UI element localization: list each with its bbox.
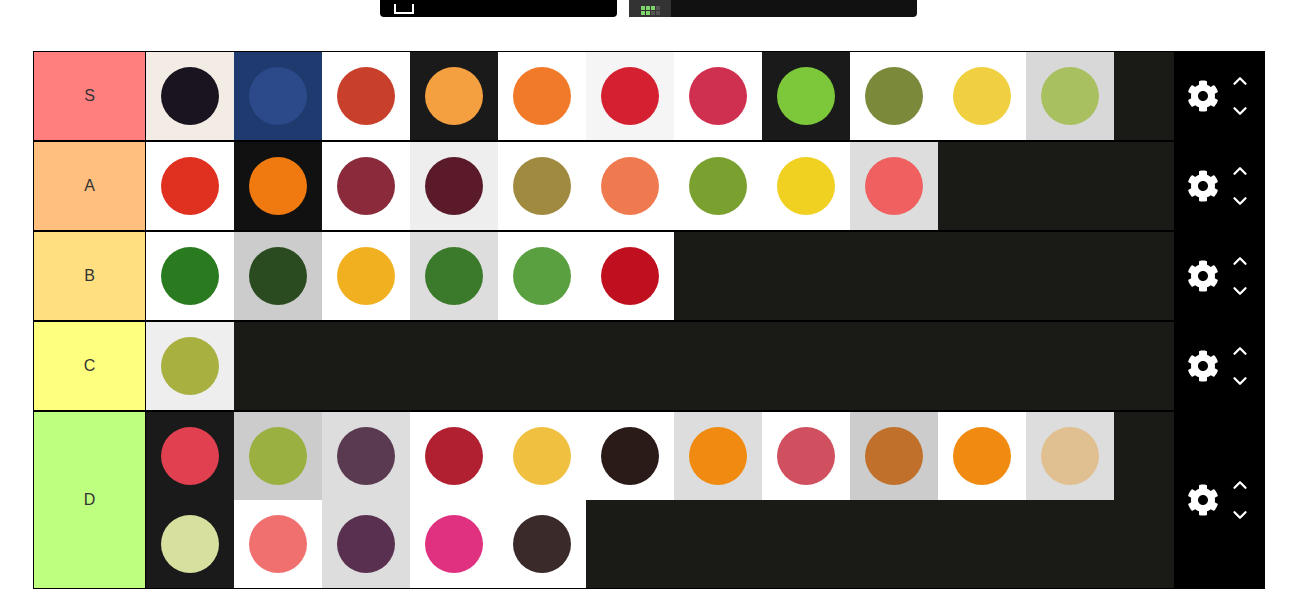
move-up-icon[interactable] [1229, 160, 1251, 182]
fruit-image[interactable] [498, 500, 586, 588]
fruit-image[interactable] [498, 142, 586, 230]
fruit-image[interactable] [146, 232, 234, 320]
move-down-icon[interactable] [1229, 504, 1251, 526]
tier-label[interactable]: A [34, 142, 146, 230]
fruit-image[interactable] [322, 232, 410, 320]
move-down-icon[interactable] [1229, 370, 1251, 392]
move-up-icon[interactable] [1229, 340, 1251, 362]
fruit-image[interactable] [322, 52, 410, 140]
fruit-image[interactable] [586, 52, 674, 140]
fruit-image[interactable] [146, 322, 234, 410]
fruit-image[interactable] [498, 232, 586, 320]
tier-label[interactable]: S [34, 52, 146, 140]
fruit-image[interactable] [234, 142, 322, 230]
tier-icon [629, 0, 671, 17]
settings-gear-icon[interactable] [1187, 484, 1219, 516]
move-up-icon[interactable] [1229, 70, 1251, 92]
tier-controls [1174, 52, 1264, 140]
tier-controls [1174, 142, 1264, 230]
fruit-image[interactable] [674, 52, 762, 140]
fruit-image[interactable] [1026, 52, 1114, 140]
tier-label[interactable]: D [34, 412, 146, 588]
fruit-image[interactable] [322, 142, 410, 230]
fruit-image[interactable] [410, 142, 498, 230]
settings-gear-icon[interactable] [1187, 80, 1219, 112]
fruit-image[interactable] [146, 142, 234, 230]
tier-row: D [34, 412, 1264, 588]
fruit-image[interactable] [586, 142, 674, 230]
tier-label[interactable]: C [34, 322, 146, 410]
fruit-image[interactable] [586, 412, 674, 500]
tier-controls [1174, 412, 1264, 588]
settings-gear-icon[interactable] [1187, 260, 1219, 292]
fruit-image[interactable] [498, 412, 586, 500]
tier-items [146, 232, 1174, 320]
fruit-image[interactable] [498, 52, 586, 140]
toolbar [0, 0, 1305, 17]
fruit-image[interactable] [234, 500, 322, 588]
fruit-image[interactable] [938, 412, 1026, 500]
fruit-image[interactable] [850, 142, 938, 230]
tier-items [146, 142, 1174, 230]
move-down-icon[interactable] [1229, 280, 1251, 302]
move-down-icon[interactable] [1229, 100, 1251, 122]
move-up-icon[interactable] [1229, 474, 1251, 496]
tier-label[interactable]: B [34, 232, 146, 320]
fruit-image[interactable] [410, 500, 498, 588]
fruit-image[interactable] [410, 52, 498, 140]
grid-icon [394, 4, 414, 14]
fruit-image[interactable] [410, 412, 498, 500]
fruit-image[interactable] [234, 232, 322, 320]
fruit-image[interactable] [762, 412, 850, 500]
tier-row: C [34, 322, 1264, 412]
tier-items [146, 52, 1174, 140]
fruit-image[interactable] [234, 52, 322, 140]
tier-row: S [34, 52, 1264, 142]
fruit-image[interactable] [850, 52, 938, 140]
fruit-image[interactable] [674, 142, 762, 230]
tier-controls [1174, 322, 1264, 410]
tier-row: B [34, 232, 1264, 322]
toolbar-button[interactable] [380, 0, 617, 17]
fruit-image[interactable] [674, 412, 762, 500]
toolbar-button[interactable] [629, 0, 917, 17]
fruit-image[interactable] [1026, 412, 1114, 500]
tier-list: SABCD [33, 51, 1265, 589]
tier-row: A [34, 142, 1264, 232]
fruit-image[interactable] [586, 232, 674, 320]
page: SABCD [0, 0, 1305, 615]
fruit-image[interactable] [410, 232, 498, 320]
settings-gear-icon[interactable] [1187, 350, 1219, 382]
settings-gear-icon[interactable] [1187, 170, 1219, 202]
tier-items [146, 412, 1174, 588]
fruit-image[interactable] [146, 500, 234, 588]
fruit-image[interactable] [850, 412, 938, 500]
fruit-image[interactable] [322, 500, 410, 588]
fruit-image[interactable] [234, 412, 322, 500]
fruit-image[interactable] [762, 52, 850, 140]
fruit-image[interactable] [762, 142, 850, 230]
move-down-icon[interactable] [1229, 190, 1251, 212]
fruit-image[interactable] [322, 412, 410, 500]
move-up-icon[interactable] [1229, 250, 1251, 272]
tier-controls [1174, 232, 1264, 320]
tier-items [146, 322, 1174, 410]
fruit-image[interactable] [938, 52, 1026, 140]
fruit-image[interactable] [146, 52, 234, 140]
fruit-image[interactable] [146, 412, 234, 500]
